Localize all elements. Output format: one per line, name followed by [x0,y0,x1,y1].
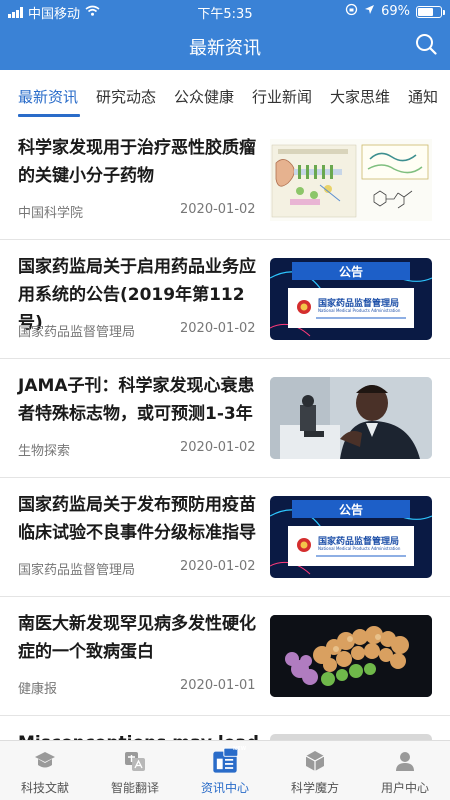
search-button[interactable] [412,30,440,58]
tabbar-item-translate[interactable]: 智能翻译 [90,741,180,800]
banner-heading: 公告 [338,503,363,517]
tab-research[interactable]: 研究动态 [96,86,156,107]
news-date: 2020-01-02 [180,559,256,574]
battery-icon [416,5,445,18]
cube-icon [305,751,325,771]
news-date: 2020-01-02 [180,321,256,336]
tabbar-item-literature[interactable]: 科技文献 [0,741,90,800]
news-title: 国家药监局关于发布预防用疫苗临床试验不良事件分级标准指导 [18,495,256,543]
app-header: 中国移动 下午5:35 69% 最新资讯 [0,0,450,70]
news-date: 2020-01-02 [180,440,256,455]
news-item[interactable]: 科学家发现用于治疗恶性胶质瘤的关键小分子药物 中国科学院 2020-01-02 [0,122,450,240]
banner-heading: 公告 [338,265,363,279]
news-thumbnail: 公告 国家药品监督管理局 National Medical Products A… [270,496,432,578]
user-icon [396,752,414,771]
news-thumbnail: 公告 国家药品监督管理局 National Medical Products A… [270,258,432,340]
tabbar-label: 资讯中心 [200,781,249,795]
status-bar: 中国移动 下午5:35 69% [0,0,450,22]
location-icon [364,4,375,19]
page-title: 最新资讯 [189,38,261,59]
news-title: JAMA子刊：科学家发现心衰患者特殊标志物，或可预测1-3年 [18,376,255,424]
news-title: 南医大新发现罕见病多发性硬化症的一个致病蛋白 [18,614,256,662]
news-source: 国家药品监督管理局 [18,563,136,578]
news-item[interactable]: 南医大新发现罕见病多发性硬化症的一个致病蛋白 健康报 2020-01-01 [0,598,450,716]
translate-icon [125,752,145,771]
news-thumbnail [270,615,432,697]
banner-org-en: National Medical Products Administration [318,546,401,551]
tabbar-label: 用户中心 [380,781,429,795]
news-source: 中国科学院 [18,206,84,221]
tab-public-health[interactable]: 公众健康 [174,86,234,107]
bottom-tab-bar: 科技文献 智能翻译 NEW 资讯中心 科学魔方 用户中心 [0,740,450,800]
banner-org-en: National Medical Products Administration [318,308,401,313]
news-item[interactable]: 国家药监局关于发布预防用疫苗临床试验不良事件分级标准指导 国家药品监督管理局 2… [0,479,450,597]
tabbar-item-news-center[interactable]: NEW 资讯中心 [180,741,270,800]
battery-percent: 69% [381,4,410,19]
news-date: 2020-01-01 [180,678,256,693]
news-thumbnail [270,139,432,221]
news-item[interactable]: Misconceptions may lead to [0,717,450,740]
news-source: 生物探索 [18,444,71,459]
tab-latest[interactable]: 最新资讯 [18,86,78,107]
tab-notices[interactable]: 通知 [408,86,438,107]
news-title: 科学家发现用于治疗恶性胶质瘤的关键小分子药物 [18,138,256,186]
news-item[interactable]: JAMA子刊：科学家发现心衰患者特殊标志物，或可预测1-3年 生物探索 2020… [0,360,450,478]
tab-industry-news[interactable]: 行业新闻 [252,86,312,107]
news-date: 2020-01-02 [180,202,256,217]
news-feed: 科学家发现用于治疗恶性胶质瘤的关键小分子药物 中国科学院 2020-01-02 … [0,122,450,740]
tabbar-label: 科技文献 [20,781,69,795]
tab-expert-views[interactable]: 大家思维 [330,86,390,107]
news-title: Misconceptions may lead to [18,729,266,740]
news-thumbnail [270,377,432,459]
book-icon [35,752,55,768]
tabbar-label: 科学魔方 [290,781,339,795]
active-tab-indicator [18,114,80,117]
news-source: 国家药品监督管理局 [18,325,136,340]
new-badge: NEW [233,746,247,752]
news-item[interactable]: 国家药监局关于启用药品业务应用系统的公告(2019年第112号) 国家药品监督管… [0,241,450,359]
tabbar-item-user-center[interactable]: 用户中心 [360,741,450,800]
search-icon [416,34,437,55]
tabbar-item-science-cube[interactable]: 科学魔方 [270,741,360,800]
rotation-lock-icon [345,3,358,20]
tabbar-label: 智能翻译 [110,781,159,795]
category-tabs: 最新资讯 研究动态 公众健康 行业新闻 大家思维 通知 [0,70,450,122]
news-source: 健康报 [18,682,58,697]
